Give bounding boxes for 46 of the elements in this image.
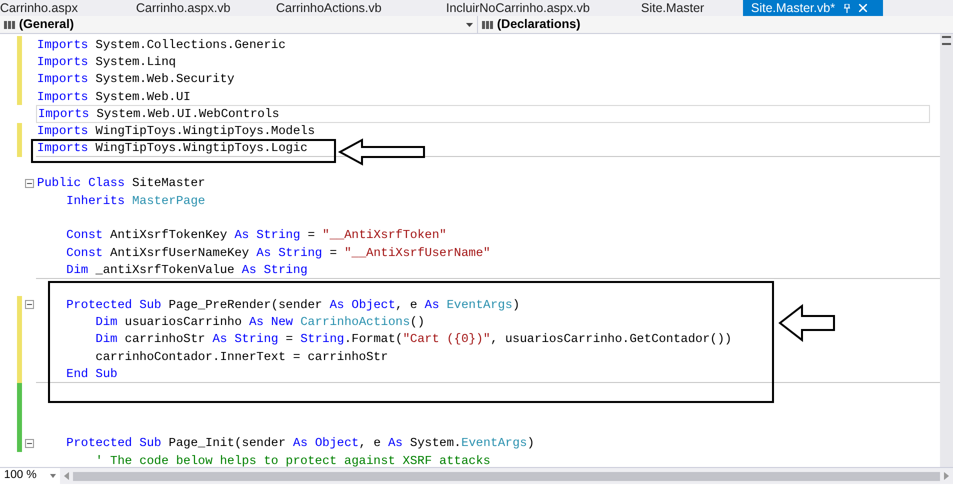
file-tab[interactable]: Site.Master.vb* bbox=[743, 0, 883, 16]
code-line: Imports System.Web.UI.WebControls bbox=[38, 108, 280, 120]
pin-icon[interactable] bbox=[843, 4, 852, 12]
code-line: Const AntiXsrfTokenKey As String = "__AntiXsrfToken" bbox=[65, 229, 447, 242]
collapse-icon[interactable] bbox=[24, 178, 34, 188]
split-icon[interactable] bbox=[942, 36, 951, 45]
class-icon bbox=[4, 20, 15, 30]
scroll-right-icon[interactable] bbox=[944, 472, 949, 480]
dropdown-arrow-icon bbox=[50, 474, 56, 478]
code-line: Imports WingTipToys.WingtipToys.Models bbox=[37, 125, 315, 138]
code-line: End Sub bbox=[65, 368, 118, 380]
code-line: carrinhoContador.InnerText = carrinhoStr bbox=[94, 350, 388, 363]
code-line: Inherits MasterPage bbox=[65, 194, 206, 207]
code-line: Dim _antiXsrfTokenValue As String bbox=[65, 264, 308, 276]
code-line: Protected Sub Page_Init(sender As Object, e As System.EventArgs) bbox=[65, 437, 534, 450]
code-line: Imports System.Collections.Generic bbox=[37, 38, 286, 51]
code-comment: ' The code below helps to protect against XSRF attacks bbox=[94, 454, 490, 467]
dropdown-arrow-icon bbox=[466, 22, 473, 26]
collapse-icon[interactable] bbox=[24, 300, 34, 310]
code-line: Imports System.Web.UI bbox=[37, 90, 191, 103]
member-dropdown-text: (Declarations) bbox=[497, 16, 582, 34]
code-line: Imports System.Web.Security bbox=[37, 73, 234, 86]
file-tab[interactable]: Carrinho.aspx bbox=[0, 0, 128, 16]
type-dropdown-text: (General) bbox=[19, 16, 75, 34]
code-line: Dim carrinhoStr As String = String.Format("Cart ({0})", usuariosCarrinho.GetContador()) bbox=[94, 333, 732, 346]
code-line: Public Class SiteMaster bbox=[37, 177, 206, 190]
collapse-icon[interactable] bbox=[24, 439, 34, 448]
left-arrow-icon bbox=[338, 138, 426, 166]
member-dropdown[interactable]: (Declarations) bbox=[478, 16, 953, 33]
code-line: Const AntiXsrfUserNameKey As String = "__AntiXsrfUserName" bbox=[65, 246, 490, 259]
file-tab[interactable]: Site.Master bbox=[633, 0, 743, 16]
vertical-scrollbar[interactable] bbox=[940, 34, 953, 467]
code-line: Dim usuariosCarrinho As New CarrinhoActions() bbox=[94, 316, 425, 328]
scroll-left-icon[interactable] bbox=[64, 472, 69, 480]
code-line: Protected Sub Page_PreRender(sender As Object, e As EventArgs) bbox=[65, 298, 520, 311]
file-tab[interactable]: IncluirNoCarrinho.aspx.vb bbox=[438, 0, 633, 16]
method-icon bbox=[482, 20, 493, 30]
code-line: Imports System.Linq bbox=[37, 56, 176, 68]
close-icon[interactable] bbox=[859, 4, 868, 12]
left-arrow-icon bbox=[778, 304, 836, 342]
zoom-dropdown[interactable]: 100 % bbox=[0, 468, 60, 484]
file-tab[interactable]: Carrinho.aspx.vb bbox=[128, 0, 268, 16]
zoom-text: 100 % bbox=[4, 468, 38, 484]
type-dropdown[interactable]: (General) bbox=[0, 16, 478, 33]
file-tab[interactable]: CarrinhoActions.vb bbox=[268, 0, 438, 16]
code-line: Imports WingTipToys.WingtipToys.Logic bbox=[37, 142, 308, 154]
